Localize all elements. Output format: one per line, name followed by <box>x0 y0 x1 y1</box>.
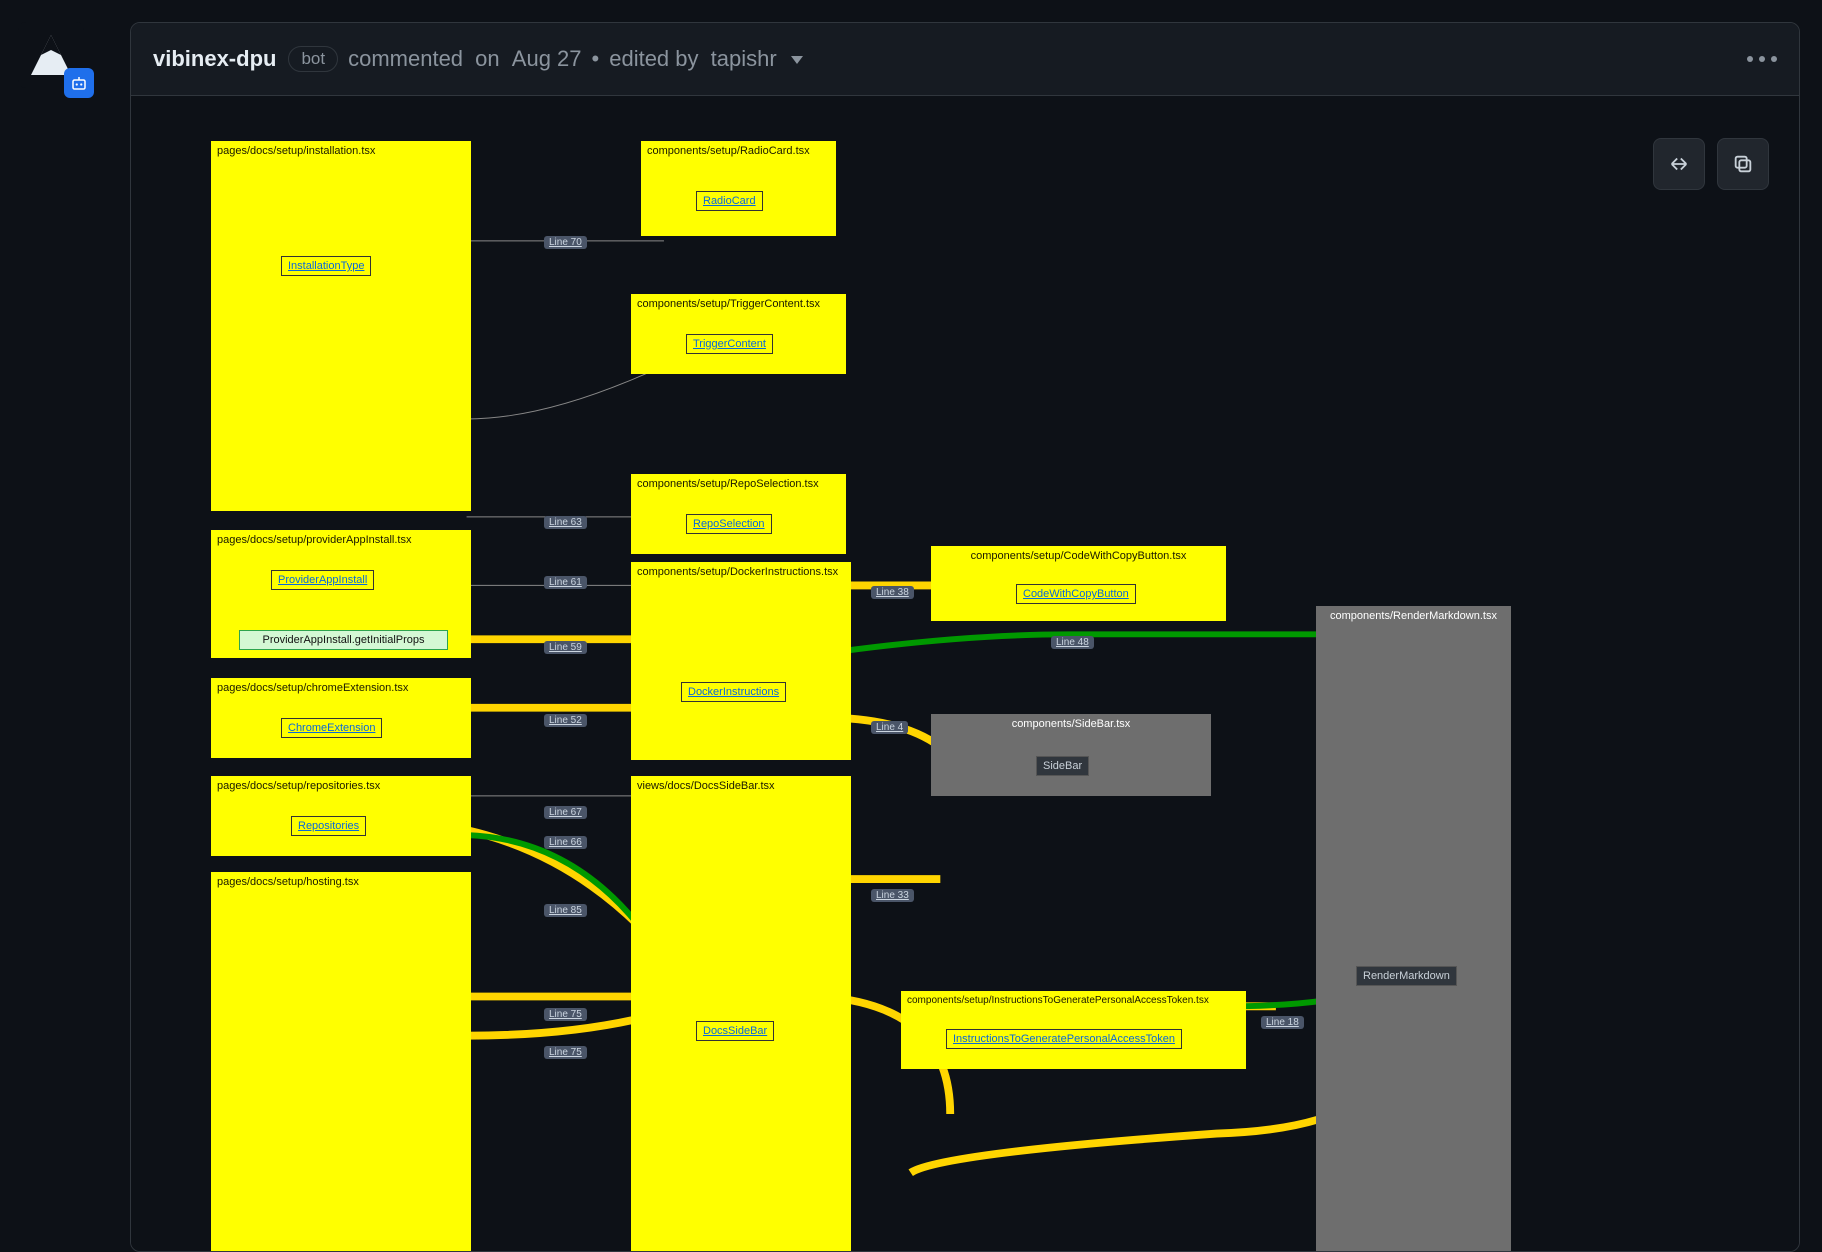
line-label[interactable]: Line 4 <box>871 721 908 734</box>
author-link[interactable]: vibinex-dpu <box>153 46 276 72</box>
line-label[interactable]: Line 48 <box>1051 636 1094 649</box>
line-label[interactable]: Line 38 <box>871 586 914 599</box>
line-label[interactable]: Line 63 <box>544 516 587 529</box>
comment-body: Line 70 Line 63 Line 61 Line 59 Line 52 … <box>131 96 1799 1251</box>
node-providerappinstall[interactable]: pages/docs/setup/providerAppInstall.tsx … <box>211 530 471 658</box>
link-dockerinstructions[interactable]: DockerInstructions <box>688 686 779 698</box>
item-rendermarkdown[interactable]: RenderMarkdown <box>1363 970 1450 982</box>
bot-badge: bot <box>288 46 338 72</box>
line-label[interactable]: Line 75 <box>544 1046 587 1059</box>
node-rendermarkdown[interactable]: components/RenderMarkdown.tsx RenderMark… <box>1316 606 1511 1252</box>
line-label[interactable]: Line 59 <box>544 641 587 654</box>
link-triggercontent[interactable]: TriggerContent <box>693 338 766 350</box>
comment-container: vibinex-dpu bot commented on Aug 27 • ed… <box>130 22 1800 1252</box>
node-dockerinstructions[interactable]: components/setup/DockerInstructions.tsx … <box>631 562 851 760</box>
link-radiocard[interactable]: RadioCard <box>703 195 756 207</box>
node-docssidebar[interactable]: views/docs/DocsSideBar.tsx DocsSideBar <box>631 776 851 1252</box>
node-radiocard[interactable]: components/setup/RadioCard.tsx RadioCard <box>641 141 836 236</box>
node-triggercontent[interactable]: components/setup/TriggerContent.tsx Trig… <box>631 294 846 374</box>
link-codewithcopy[interactable]: CodeWithCopyButton <box>1023 588 1129 600</box>
line-label[interactable]: Line 75 <box>544 1008 587 1021</box>
line-label[interactable]: Line 85 <box>544 904 587 917</box>
node-instructions-pat[interactable]: components/setup/InstructionsToGenerateP… <box>901 991 1246 1069</box>
link-reposelection[interactable]: RepoSelection <box>693 518 765 530</box>
bot-icon <box>64 68 94 98</box>
line-label[interactable]: Line 61 <box>544 576 587 589</box>
link-installationtype[interactable]: InstallationType <box>288 260 364 272</box>
node-sidebar[interactable]: components/SideBar.tsx SideBar <box>931 714 1211 796</box>
item-sidebar[interactable]: SideBar <box>1043 760 1082 772</box>
link-providerappinstall[interactable]: ProviderAppInstall <box>278 574 367 586</box>
node-codewithcopy[interactable]: components/setup/CodeWithCopyButton.tsx … <box>931 546 1226 621</box>
node-chromeextension[interactable]: pages/docs/setup/chromeExtension.tsx Chr… <box>211 678 471 758</box>
line-label[interactable]: Line 52 <box>544 714 587 727</box>
line-label[interactable]: Line 67 <box>544 806 587 819</box>
link-repositories[interactable]: Repositories <box>298 820 359 832</box>
avatar[interactable] <box>18 22 90 94</box>
node-repositories[interactable]: pages/docs/setup/repositories.tsx Reposi… <box>211 776 471 856</box>
link-docssidebar[interactable]: DocsSideBar <box>703 1025 767 1037</box>
action-text[interactable]: commented on Aug 27 <box>348 46 581 72</box>
line-label[interactable]: Line 66 <box>544 836 587 849</box>
comment-header: vibinex-dpu bot commented on Aug 27 • ed… <box>131 23 1799 96</box>
node-hosting[interactable]: pages/docs/setup/hosting.tsx <box>211 872 471 1252</box>
link-chromeextension[interactable]: ChromeExtension <box>288 722 375 734</box>
edited-indicator[interactable]: edited by tapishr <box>609 46 803 72</box>
chevron-down-icon <box>791 56 803 64</box>
line-label[interactable]: Line 18 <box>1261 1016 1304 1029</box>
diagram-canvas[interactable]: Line 70 Line 63 Line 61 Line 59 Line 52 … <box>131 96 1799 1251</box>
item-getinitialprops[interactable]: ProviderAppInstall.getInitialProps <box>262 634 424 646</box>
line-label[interactable]: Line 70 <box>544 236 587 249</box>
node-reposelection[interactable]: components/setup/RepoSelection.tsx RepoS… <box>631 474 846 554</box>
line-label[interactable]: Line 33 <box>871 889 914 902</box>
kebab-menu[interactable] <box>1747 56 1777 62</box>
node-installation[interactable]: pages/docs/setup/installation.tsx Instal… <box>211 141 471 511</box>
link-instructions-pat[interactable]: InstructionsToGeneratePersonalAccessToke… <box>953 1033 1175 1045</box>
